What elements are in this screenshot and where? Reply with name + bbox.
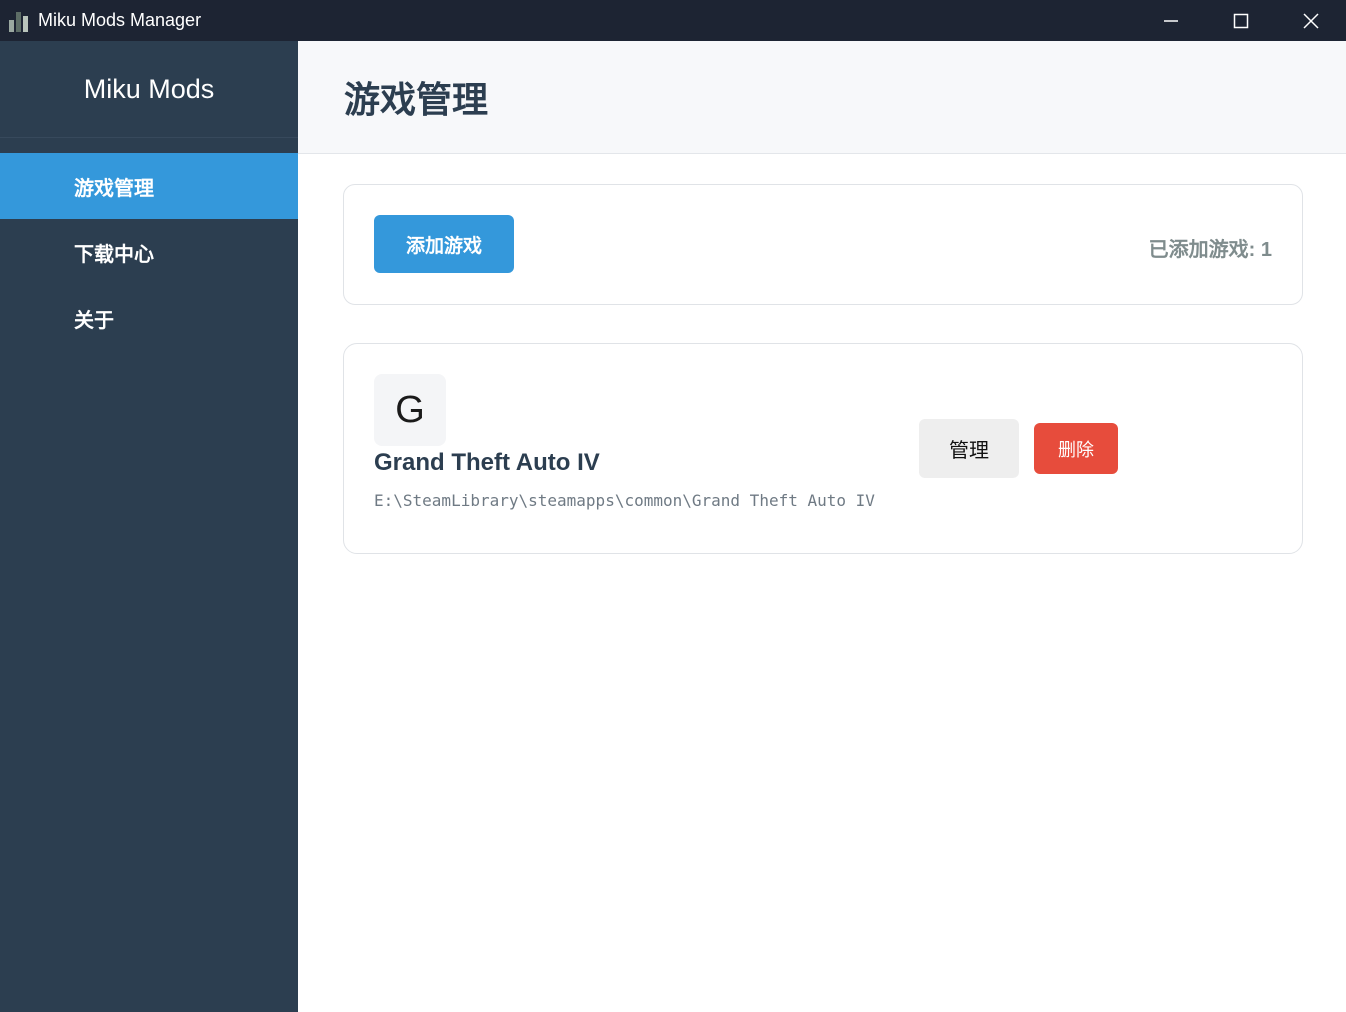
maximize-icon [1233,13,1249,28]
delete-button[interactable]: 删除 [1034,423,1118,474]
sidebar-item-game-management[interactable]: 游戏管理 [0,153,298,219]
sidebar-item-label: 下载中心 [74,243,154,266]
window-controls [1136,0,1346,41]
page-header: 游戏管理 [298,41,1346,154]
sidebar: Miku Mods 游戏管理 下载中心 关于 [0,41,298,1012]
sidebar-item-label: 游戏管理 [74,177,154,200]
sidebar-item-label: 关于 [74,309,114,332]
main-content: 游戏管理 添加游戏 已添加游戏: 1 G Grand Theft Auto IV… [298,41,1346,1012]
game-path: E:\SteamLibrary\steamapps\common\Grand T… [374,491,875,510]
game-logo: G [374,374,446,446]
page-title: 游戏管理 [344,79,489,120]
close-icon [1303,12,1319,29]
brand-title: Miku Mods [0,41,298,138]
game-name: Grand Theft Auto IV [374,449,600,476]
minimize-button[interactable] [1136,0,1206,41]
app-icon [9,10,31,32]
title-bar: Miku Mods Manager [0,0,1346,41]
sidebar-nav: 游戏管理 下载中心 关于 [0,153,298,351]
game-card: G Grand Theft Auto IV E:\SteamLibrary\st… [343,343,1303,554]
maximize-button[interactable] [1206,0,1276,41]
add-game-button[interactable]: 添加游戏 [374,215,514,273]
window-title: Miku Mods Manager [38,10,202,30]
game-count: 已添加游戏: 1 [1148,239,1272,261]
manage-button[interactable]: 管理 [919,419,1019,478]
sidebar-item-download-center[interactable]: 下载中心 [0,219,298,285]
minimize-icon [1164,19,1178,22]
close-button[interactable] [1276,0,1346,41]
toolbar-card: 添加游戏 已添加游戏: 1 [343,184,1303,305]
sidebar-item-about[interactable]: 关于 [0,285,298,351]
